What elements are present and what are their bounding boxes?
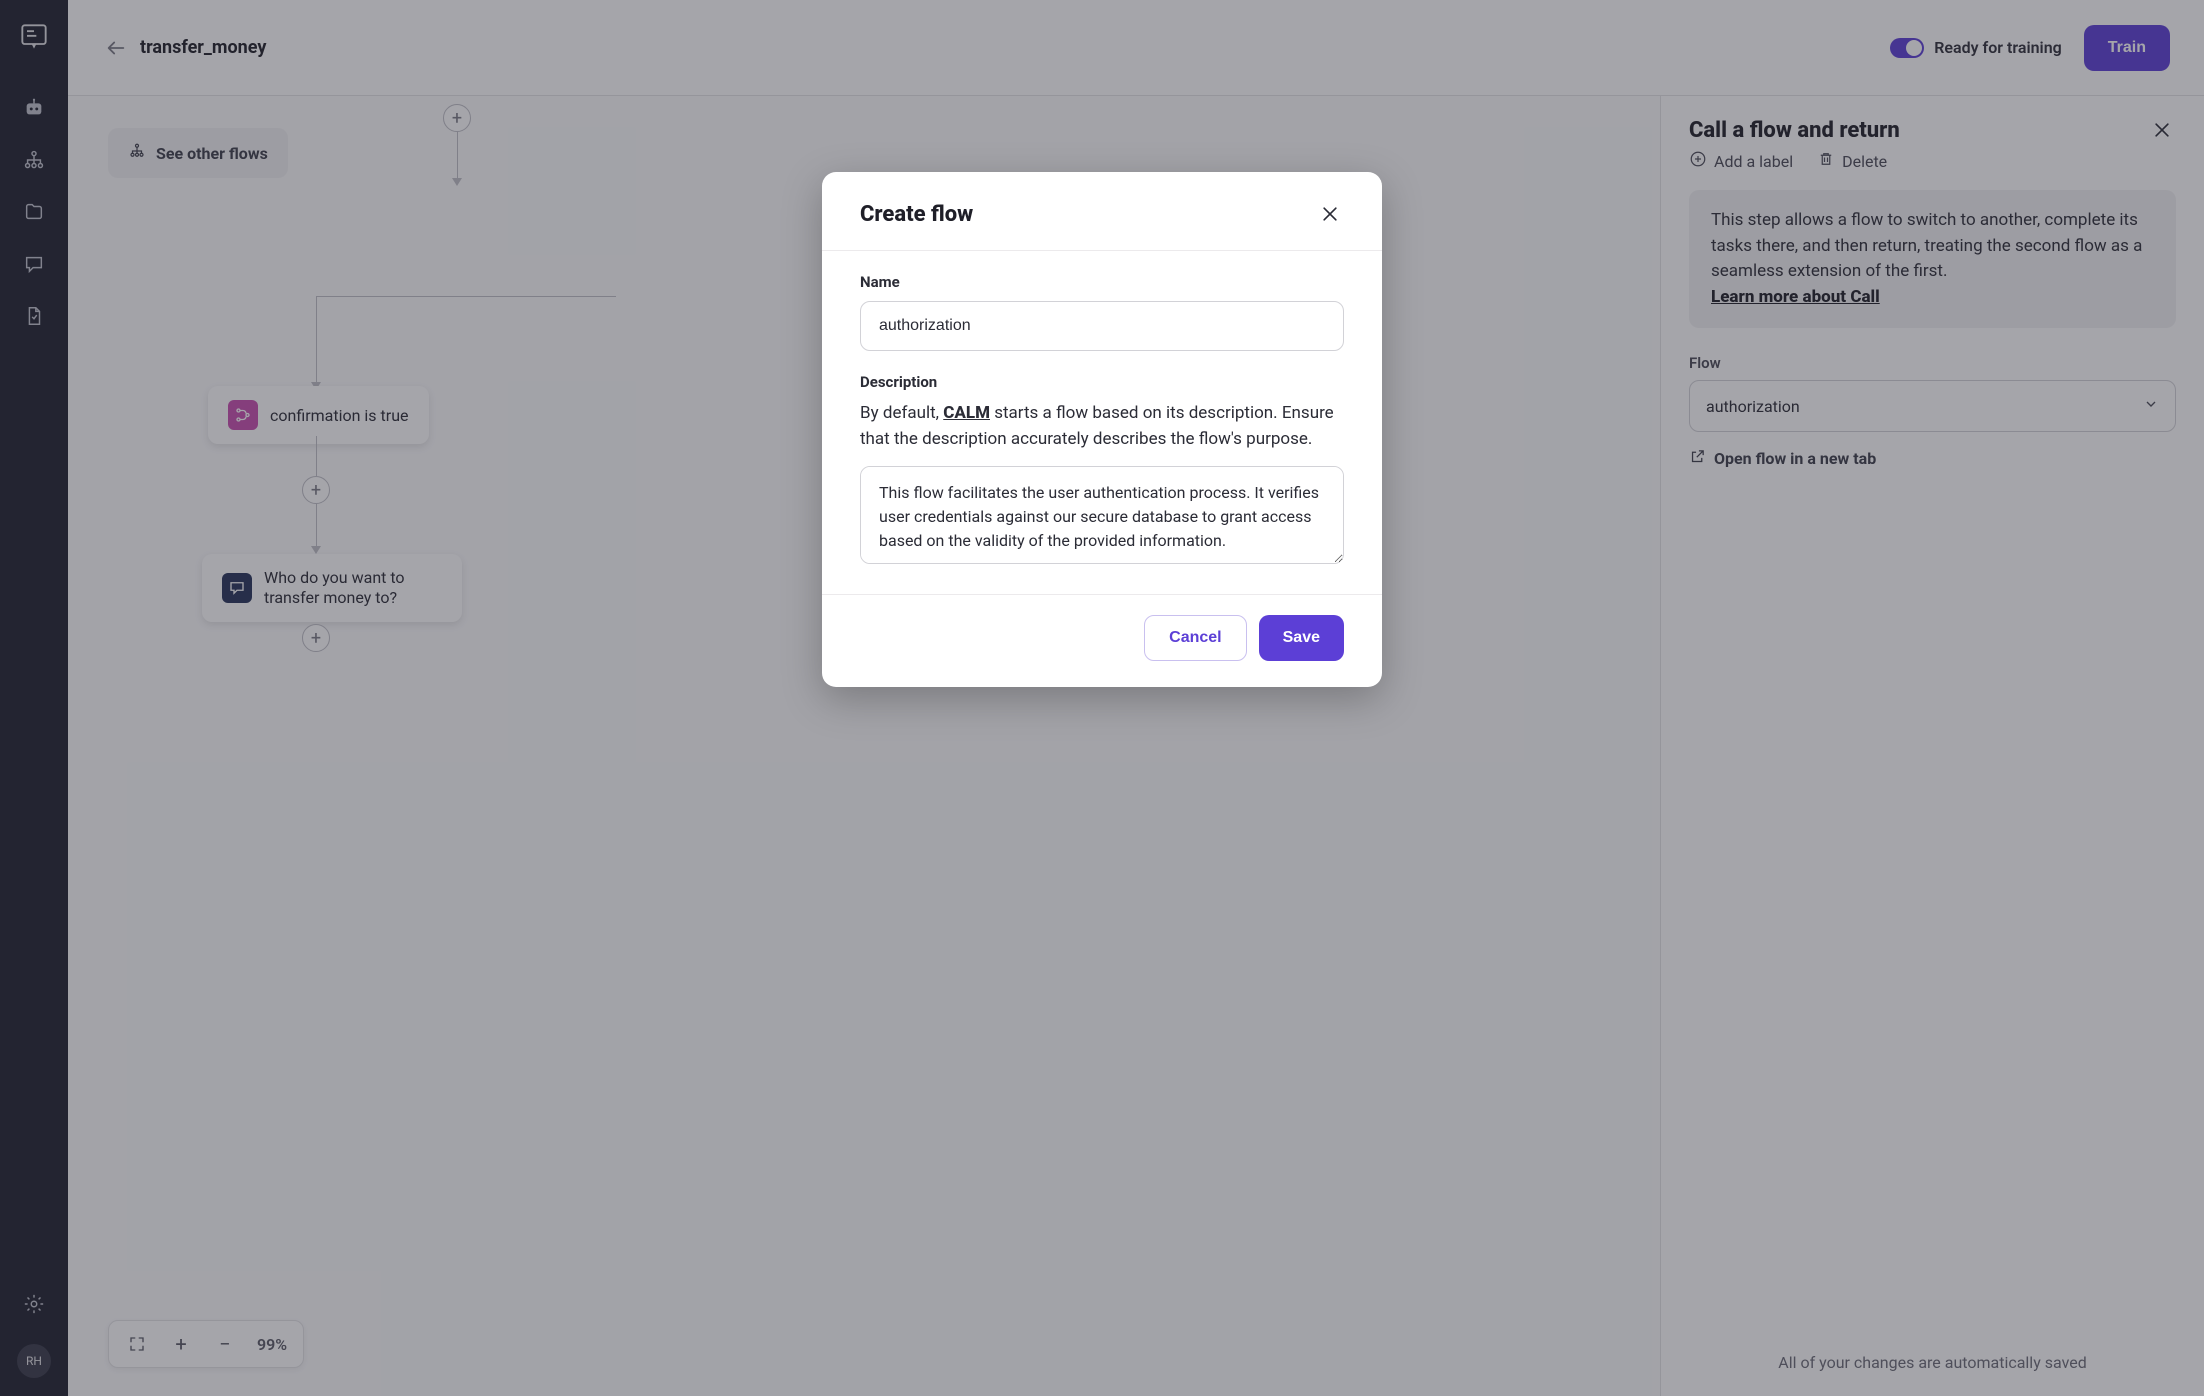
modal-name-label: Name: [860, 273, 1344, 291]
modal-name-input[interactable]: [860, 301, 1344, 351]
modal-desc-label: Description: [860, 373, 1344, 391]
modal-close-button[interactable]: [1316, 200, 1344, 228]
modal-overlay[interactable]: Create flow Name Description By default,…: [0, 0, 2204, 1396]
modal-save-button[interactable]: Save: [1259, 615, 1344, 661]
create-flow-modal: Create flow Name Description By default,…: [822, 172, 1382, 687]
modal-title: Create flow: [860, 202, 1316, 227]
modal-description-input[interactable]: [860, 466, 1344, 564]
calm-link[interactable]: CALM: [943, 403, 990, 423]
modal-desc-preamble-before: By default,: [860, 403, 943, 423]
modal-desc-preamble: By default, CALM starts a flow based on …: [860, 401, 1344, 452]
modal-cancel-button[interactable]: Cancel: [1144, 615, 1246, 661]
